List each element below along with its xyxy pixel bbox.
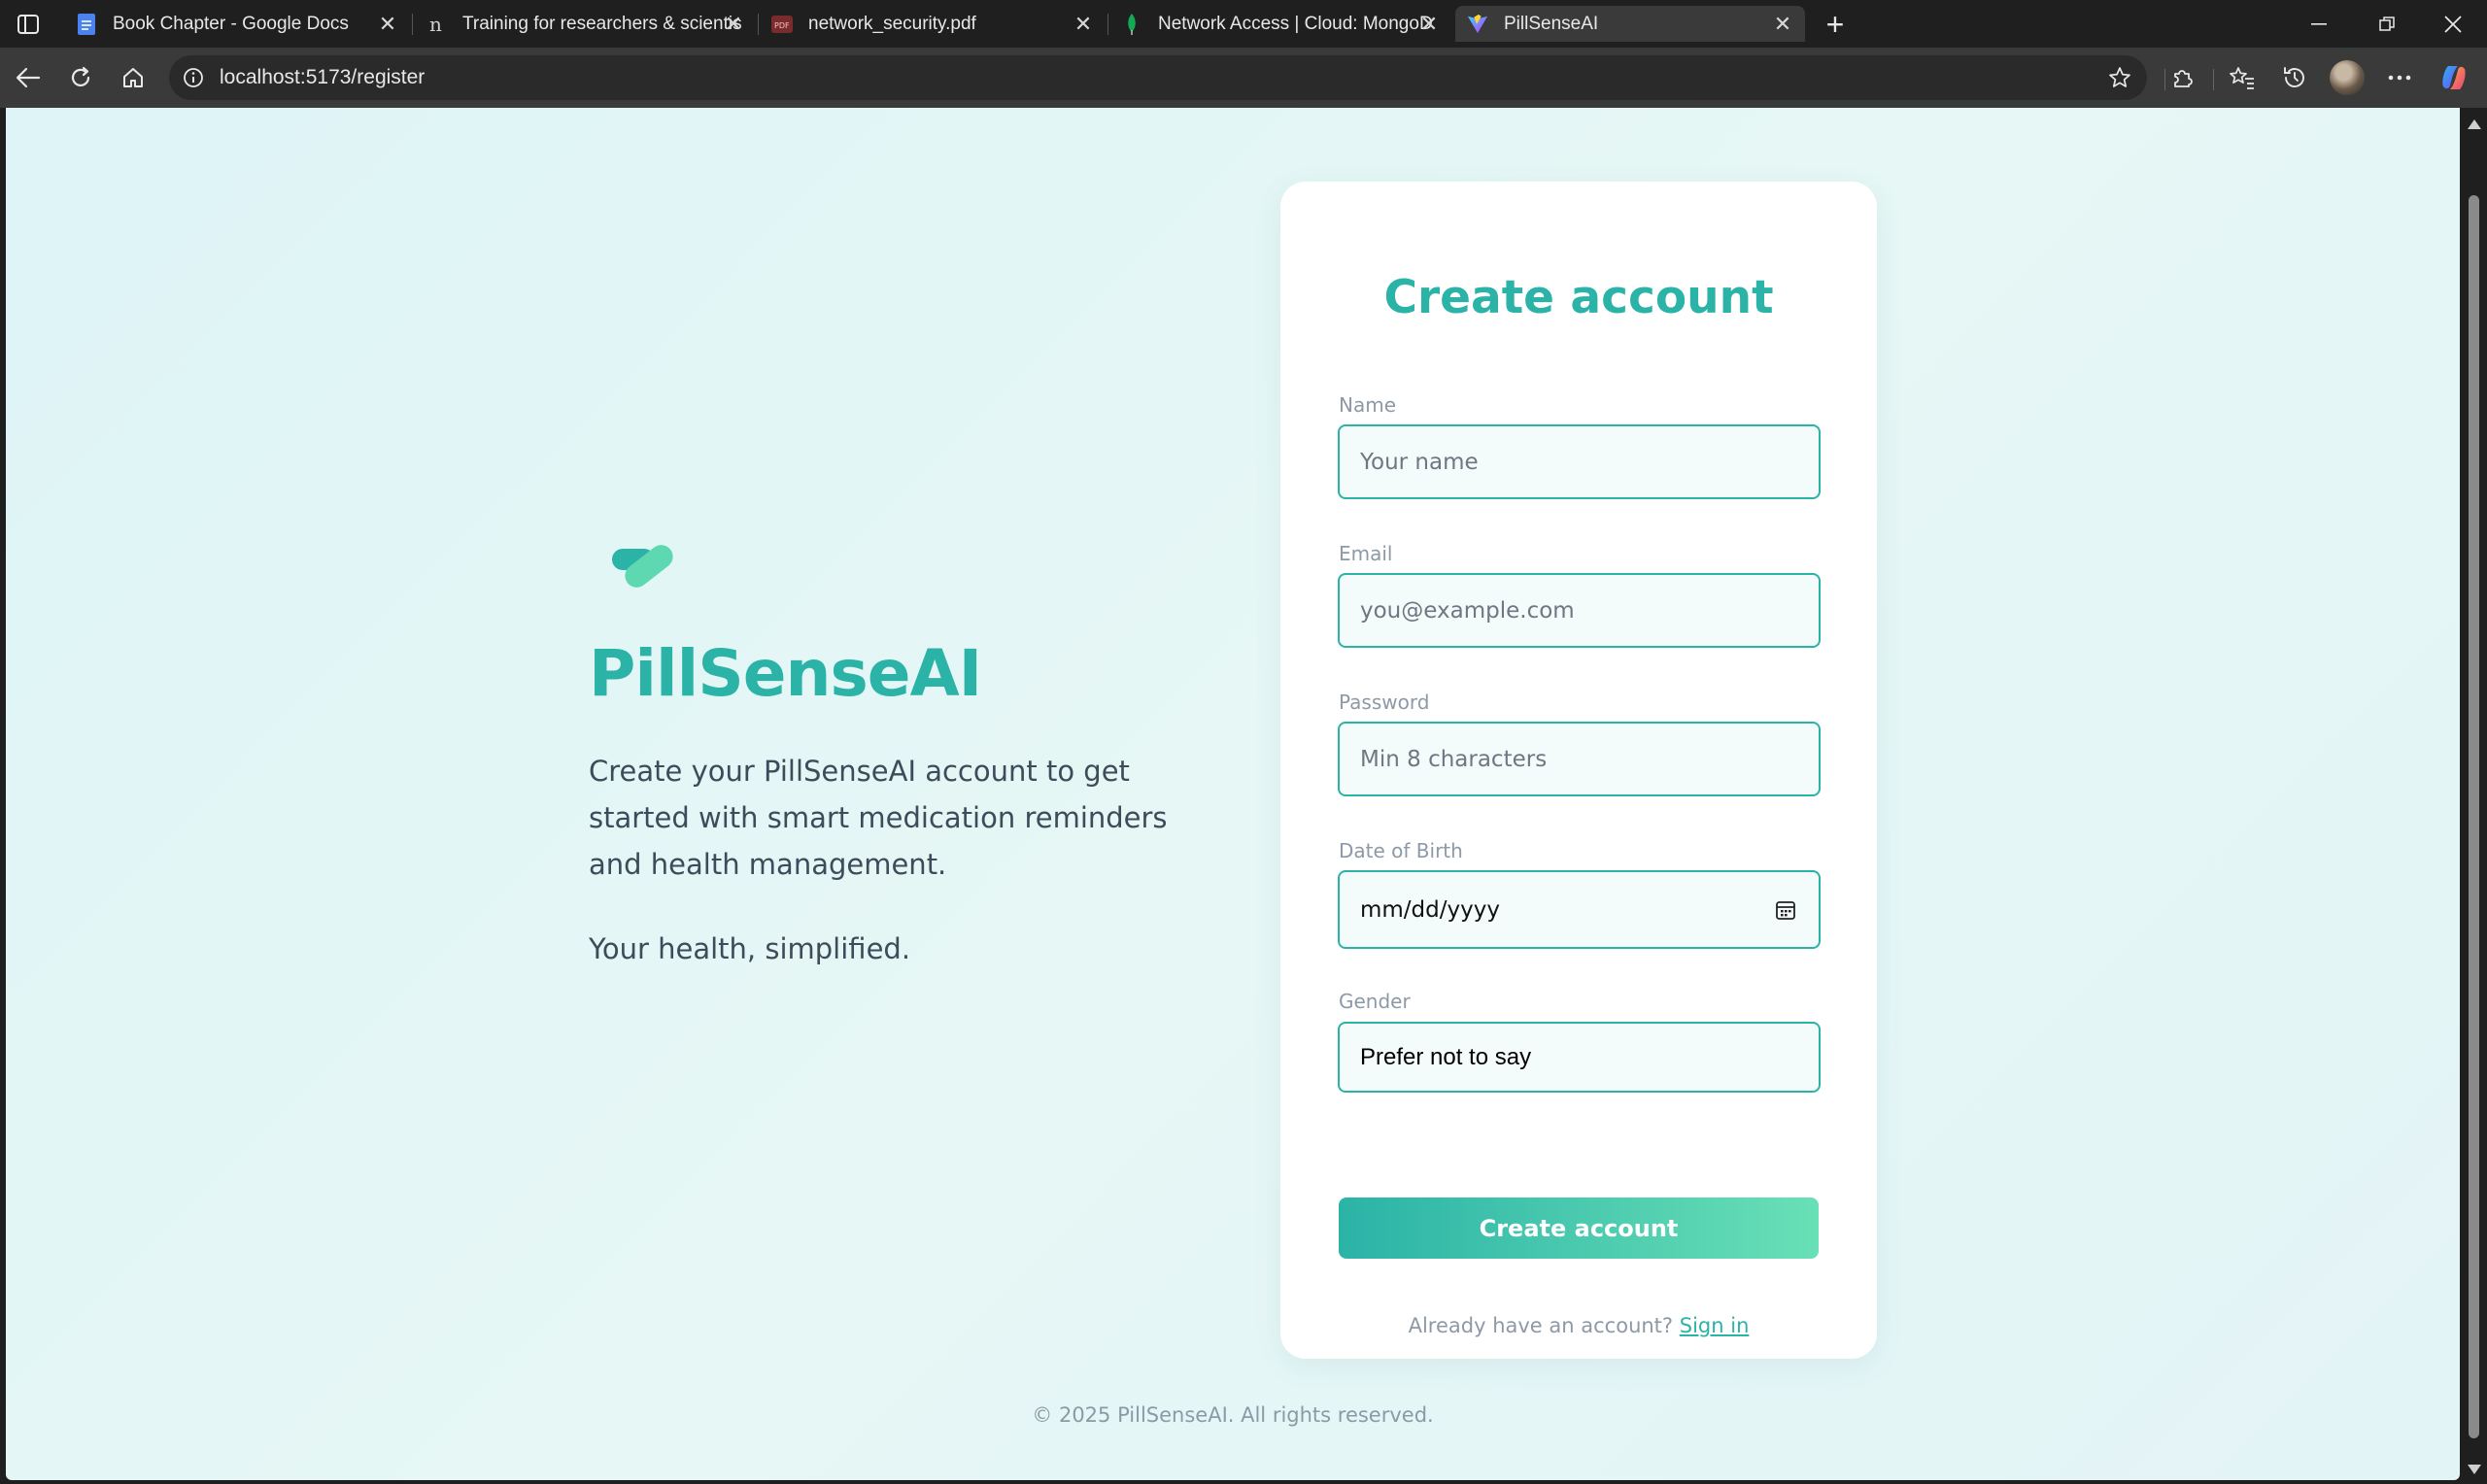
email-input[interactable] xyxy=(1360,597,1798,624)
hero-tagline: Your health, simplified. xyxy=(589,932,911,965)
gender-label: Gender xyxy=(1339,990,1411,1013)
scroll-up-icon[interactable] xyxy=(2468,119,2481,129)
tab-notion[interactable]: n Training for researchers & scientis ✕ xyxy=(414,6,756,42)
close-icon[interactable]: ✕ xyxy=(1770,12,1795,37)
email-field[interactable] xyxy=(1338,573,1821,648)
name-input[interactable] xyxy=(1360,449,1798,475)
address-bar[interactable]: localhost:5173/register xyxy=(169,55,2147,100)
name-label: Name xyxy=(1339,393,1397,417)
restore-icon[interactable] xyxy=(2353,0,2421,48)
tab-title: network_security.pdf xyxy=(808,13,976,34)
password-input[interactable] xyxy=(1360,746,1798,772)
tab-actions-icon[interactable] xyxy=(14,10,43,39)
tab-pillsenseai[interactable]: PillSenseAI ✕ xyxy=(1455,6,1805,42)
copilot-icon[interactable] xyxy=(2436,60,2471,95)
close-icon[interactable]: ✕ xyxy=(1071,12,1096,37)
new-tab-icon[interactable]: + xyxy=(1819,7,1852,42)
gender-selected-value: Prefer not to say xyxy=(1360,1043,1532,1070)
tab-google-docs[interactable]: Book Chapter - Google Docs ✕ xyxy=(64,6,410,42)
browser-toolbar: localhost:5173/register xyxy=(0,48,2487,108)
page-scrollbar[interactable] xyxy=(2460,108,2487,1484)
site-info-icon[interactable] xyxy=(181,65,206,90)
pdf-icon: PDF xyxy=(771,14,793,35)
calendar-icon[interactable] xyxy=(1773,897,1798,923)
tab-divider xyxy=(1107,14,1108,35)
tab-divider xyxy=(412,14,413,35)
tab-title: PillSenseAI xyxy=(1504,13,1599,34)
tab-title: Book Chapter - Google Docs xyxy=(113,13,349,34)
svg-text:PDF: PDF xyxy=(774,21,790,30)
signin-prompt: Already have an account? xyxy=(1408,1314,1674,1337)
page-viewport: PillSenseAI Create your PillSenseAI acco… xyxy=(6,108,2460,1480)
notion-icon: n xyxy=(426,14,447,35)
pill-logo-icon xyxy=(608,535,678,593)
window-close-icon[interactable] xyxy=(2419,0,2487,48)
home-icon[interactable] xyxy=(116,60,151,95)
brand-title: PillSenseAI xyxy=(589,636,982,711)
close-icon[interactable]: ✕ xyxy=(1416,12,1442,37)
mongodb-leaf-icon xyxy=(1121,13,1142,35)
email-label: Email xyxy=(1339,542,1393,565)
vite-icon xyxy=(1467,14,1488,35)
name-field[interactable] xyxy=(1338,424,1821,499)
favorite-star-icon[interactable] xyxy=(2106,64,2133,91)
signin-row: Already have an account? Sign in xyxy=(1280,1314,1877,1337)
tab-divider xyxy=(758,14,759,35)
hero-description: Create your PillSenseAI account to get s… xyxy=(589,755,1168,881)
favorites-icon[interactable] xyxy=(2225,60,2260,95)
dob-field[interactable]: mm/dd/yyyy xyxy=(1338,870,1821,949)
close-icon[interactable]: ✕ xyxy=(375,12,400,37)
create-account-button[interactable]: Create account xyxy=(1339,1197,1819,1259)
tab-pdf[interactable]: PDF network_security.pdf ✕ xyxy=(760,6,1106,42)
minimize-icon[interactable] xyxy=(2285,0,2353,48)
tab-strip: Book Chapter - Google Docs ✕ n Training … xyxy=(0,0,2487,48)
register-card: Create account Name Email Password Date … xyxy=(1280,182,1877,1359)
extensions-icon[interactable] xyxy=(2164,60,2199,95)
address-url: localhost:5173/register xyxy=(220,66,426,88)
history-icon[interactable] xyxy=(2277,60,2312,95)
toolbar-divider xyxy=(2213,69,2214,90)
tab-title: Network Access | Cloud: MongoD xyxy=(1158,13,1433,34)
gender-select[interactable]: Prefer not to say xyxy=(1338,1022,1821,1093)
google-docs-icon xyxy=(76,13,97,35)
footer-copyright: © 2025 PillSenseAI. All rights reserved. xyxy=(1032,1403,1434,1427)
scroll-down-icon[interactable] xyxy=(2468,1465,2481,1474)
more-options-icon[interactable] xyxy=(2382,60,2417,95)
form-title: Create account xyxy=(1383,271,1774,324)
hero-section: PillSenseAI Create your PillSenseAI acco… xyxy=(589,535,1210,965)
password-label: Password xyxy=(1339,691,1430,714)
back-icon[interactable] xyxy=(11,60,46,95)
dob-value: mm/dd/yyyy xyxy=(1360,896,1500,923)
tab-mongodb[interactable]: Network Access | Cloud: MongoD ✕ xyxy=(1109,6,1451,42)
dob-label: Date of Birth xyxy=(1339,839,1463,862)
svg-text:n: n xyxy=(429,15,442,34)
scroll-thumb[interactable] xyxy=(2469,195,2479,1438)
tab-title: Training for researchers & scientis xyxy=(462,13,742,34)
close-icon[interactable]: ✕ xyxy=(721,12,746,37)
password-field[interactable] xyxy=(1338,722,1821,796)
profile-avatar[interactable] xyxy=(2330,60,2365,95)
reload-icon[interactable] xyxy=(63,60,98,95)
signin-link[interactable]: Sign in xyxy=(1680,1314,1750,1337)
